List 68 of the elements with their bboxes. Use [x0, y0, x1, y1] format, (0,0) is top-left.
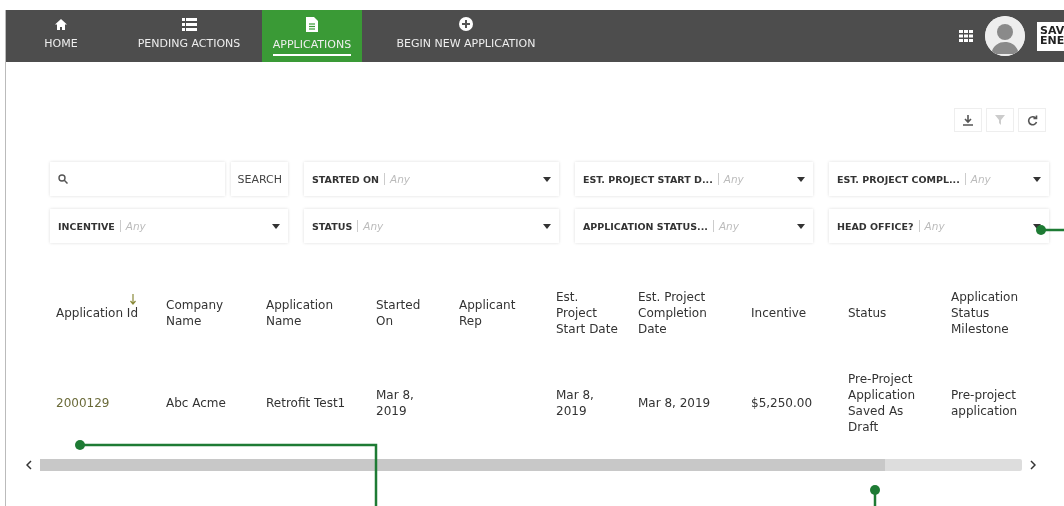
column-header[interactable]: Application Name: [266, 273, 376, 353]
caret-icon: [543, 223, 551, 229]
filter-label: EST. PROJECT COMPL...: [837, 173, 960, 185]
filter-icon: [995, 115, 1005, 125]
leader-line: [1035, 224, 1064, 236]
filter-dropdown[interactable]: STATUS Any: [304, 209, 559, 243]
filter-dropdown[interactable]: EST. PROJECT COMPL... Any: [829, 162, 1049, 196]
nav-tab[interactable]: HOME: [6, 10, 116, 62]
caret-icon: [797, 223, 805, 229]
column-header[interactable]: Company Name: [166, 273, 266, 353]
scroll-right-icon[interactable]: [1030, 460, 1036, 470]
table-cell-text: Abc Acme: [166, 395, 227, 412]
table-cell-text: Pre-project application: [951, 387, 1019, 420]
refresh-button[interactable]: [1018, 108, 1046, 132]
filter-placeholder: Any: [717, 173, 797, 185]
filter-label: APPLICATION STATUS...: [583, 220, 708, 232]
document-icon: [306, 16, 318, 32]
download-button[interactable]: [954, 108, 982, 132]
application-id-link[interactable]: 2000129: [56, 353, 166, 453]
leader-line: [869, 484, 881, 506]
column-header[interactable]: Est. Project Start Date: [556, 273, 638, 353]
table-cell-text: Mar 8, 2019: [638, 395, 712, 412]
caret-icon: [1033, 176, 1041, 182]
column-header[interactable]: Application Id: [56, 273, 166, 353]
sort-arrow-icon: [130, 294, 136, 305]
filter-label: STARTED ON: [312, 173, 379, 185]
nav-tab[interactable]: BEGIN NEW APPLICATION: [362, 10, 570, 62]
caret-icon: [543, 176, 551, 182]
refresh-icon: [1026, 114, 1038, 126]
column-header[interactable]: Incentive: [751, 273, 848, 353]
filter-dropdown[interactable]: APPLICATION STATUS... Any: [575, 209, 813, 243]
filter-placeholder: Any: [964, 173, 1033, 185]
table-cell: Retrofit Test1: [266, 353, 376, 453]
filter-dropdown[interactable]: EST. PROJECT START D... Any: [575, 162, 813, 196]
column-header[interactable]: Application Status Milestone: [951, 273, 1051, 353]
table-cell-text: Mar 8, 2019: [556, 387, 595, 420]
caret-icon: [272, 223, 280, 229]
column-header[interactable]: Started On: [376, 273, 459, 353]
filter-label: STATUS: [312, 220, 353, 232]
filter-dropdown[interactable]: STARTED ON Any: [304, 162, 559, 196]
list-icon: [181, 17, 197, 31]
table-cell-text: Mar 8, 2019: [376, 387, 415, 420]
column-header[interactable]: Status: [848, 273, 951, 353]
filter-label: HEAD OFFICE?: [837, 220, 914, 232]
filter-placeholder: Any: [357, 220, 543, 232]
home-icon: [54, 17, 68, 31]
filter-label: INCENTIVE: [58, 220, 115, 232]
filter-placeholder: Any: [384, 173, 543, 185]
nav-tab[interactable]: PENDING ACTIONS: [116, 10, 262, 62]
scrollbar[interactable]: [40, 459, 1022, 471]
search-button[interactable]: SEARCH: [231, 162, 288, 196]
download-icon: [963, 114, 973, 126]
column-header[interactable]: Applicant Rep: [459, 273, 556, 353]
filter-label: EST. PROJECT START D...: [583, 173, 713, 185]
table-cell: $5,250.00: [751, 353, 848, 453]
apps-grid-icon[interactable]: [959, 30, 973, 42]
avatar-icon[interactable]: [985, 16, 1025, 56]
column-header[interactable]: Est. Project Completion Date: [638, 273, 751, 353]
filter-placeholder: Any: [918, 220, 1033, 232]
filter-placeholder: Any: [119, 220, 272, 232]
search-icon: [58, 174, 68, 184]
caret-icon: [797, 176, 805, 182]
plus-circle-icon: [459, 17, 473, 31]
filter-dropdown[interactable]: INCENTIVE Any: [50, 209, 288, 243]
filter-placeholder: Any: [712, 220, 797, 232]
scroll-left-icon[interactable]: [26, 460, 32, 470]
table-cell: Pre-Project Application Saved As Draft: [848, 353, 951, 453]
logo: SAV ENE: [1037, 21, 1064, 51]
